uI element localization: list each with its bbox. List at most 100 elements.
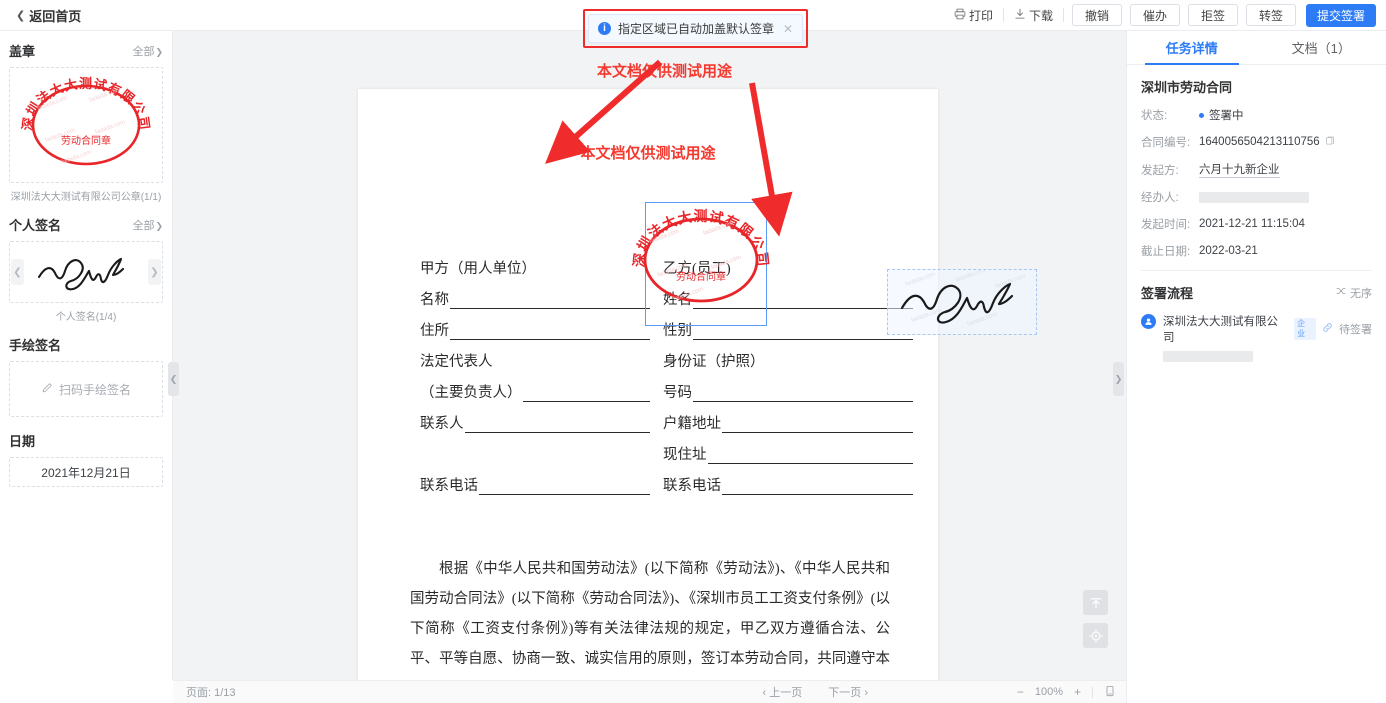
download-button[interactable]: 下载: [1004, 7, 1063, 24]
field-row: 户籍地址: [663, 402, 913, 433]
seal-section-title: 盖章: [9, 44, 36, 59]
viewer-bottom-bar: 页面: 1/13 ‹ 上一页 下一页 › − 100% +: [173, 680, 1126, 703]
user-avatar-icon: [1141, 314, 1156, 329]
prev-page-button[interactable]: ‹ 上一页: [763, 684, 803, 700]
field-label: 身份证（护照）: [663, 354, 765, 370]
esign-app: ❮ 返回首页 打印 下载 撤销 催办 拒签 转签 提交签署 i 指定区域已自动加…: [0, 0, 1386, 703]
company-seal-image: 深圳法大大测试有限公司 劳动合同章 fadada.com fadada.com …: [19, 76, 151, 166]
field-label: 住所: [420, 323, 449, 339]
sign-flow-line: 深圳法大大测试有限公司 企业 待签署: [1163, 313, 1372, 345]
field-row: 甲方（用人单位）: [420, 247, 650, 278]
chevron-right-icon: ❯: [155, 220, 163, 231]
auto-seal-toast: i 指定区域已自动加盖默认签章 ✕: [588, 14, 804, 43]
personal-signature-caption: 个人签名(1/4): [55, 312, 117, 323]
contract-paragraph: 根据《中华人民共和国劳动法》(以下简称《劳动法》)、《中华人民共和国劳动合同法》…: [410, 561, 890, 667]
svg-text:劳动合同章: 劳动合同章: [676, 270, 726, 283]
personal-signature-thumbnail[interactable]: ❮ ❯: [9, 241, 163, 303]
detail-row-deadline: 截止日期: 2022-03-21: [1141, 243, 1372, 259]
page-indicator: 页面: 1/13: [186, 687, 236, 699]
signature-prev-button[interactable]: ❮: [11, 259, 24, 285]
field-label: 户籍地址: [663, 416, 721, 432]
download-icon: [1014, 8, 1026, 23]
chevron-right-icon: ›: [864, 687, 868, 699]
initiator-value[interactable]: 六月十九新企业: [1199, 161, 1280, 178]
close-icon[interactable]: ✕: [783, 22, 793, 36]
chevron-left-icon: ‹: [762, 687, 767, 699]
transfer-sign-button[interactable]: 转签: [1245, 4, 1296, 26]
scan-handdraw-signature-button[interactable]: 扫码手绘签名: [9, 361, 163, 417]
reject-sign-button[interactable]: 拒签: [1187, 4, 1238, 26]
deadline-value: 2022-03-21: [1199, 245, 1258, 257]
seal-view-all-link[interactable]: 全部❯: [132, 43, 163, 59]
zoom-in-button[interactable]: +: [1074, 685, 1081, 699]
sign-flow-order-label: 无序: [1350, 287, 1372, 300]
zoom-divider: [1092, 686, 1093, 698]
svg-text:fadada.com: fadada.com: [711, 255, 743, 271]
svg-text:fadada.com: fadada.com: [95, 120, 127, 136]
field-line: [522, 387, 650, 402]
detail-key: 截止日期:: [1141, 246, 1191, 258]
tab-task-detail[interactable]: 任务详情: [1127, 31, 1257, 65]
detail-row-initiator: 发起方: 六月十九新企业: [1141, 161, 1372, 178]
fit-page-icon[interactable]: [1104, 685, 1116, 700]
submit-sign-button[interactable]: 提交签署: [1305, 3, 1376, 27]
detail-value: 1640056504213110756: [1199, 136, 1335, 149]
seal-section-header: 盖章 全部❯: [9, 41, 163, 60]
field-label: 联系电话: [420, 478, 478, 494]
field-row: 名称: [420, 278, 650, 309]
revoke-button[interactable]: 撤销: [1071, 4, 1122, 26]
right-panel-collapse-handle[interactable]: ❯: [1113, 362, 1124, 396]
urge-button[interactable]: 催办: [1129, 4, 1180, 26]
contract-number: 1640056504213110756: [1199, 136, 1320, 148]
top-actions: 打印 下载 撤销 催办 拒签 转签 提交签署: [944, 0, 1376, 30]
seal-caption: 深圳法大大测试有限公司公章(1/1): [10, 192, 162, 203]
detail-row-operator: 经办人:: [1141, 189, 1372, 205]
signer-redacted-info: [1163, 351, 1253, 362]
zoom-out-button[interactable]: −: [1017, 685, 1024, 699]
field-line: [722, 418, 913, 433]
field-line: [722, 480, 913, 495]
left-panel-collapse-handle[interactable]: ❮: [168, 362, 179, 396]
tab-documents[interactable]: 文档（1）: [1257, 31, 1386, 64]
link-icon[interactable]: [1322, 322, 1333, 336]
signature-view-all-link[interactable]: 全部❯: [132, 217, 163, 233]
handdrawn-section-header: 手绘签名: [9, 335, 163, 354]
party-a-fields: 甲方（用人单位） 名称 住所 法定代表人 （主要负责人） 联系人 联系电话: [420, 247, 650, 495]
field-row: 身份证（护照）: [663, 340, 913, 371]
handwritten-signature-image: [37, 257, 125, 291]
field-row: 现住址: [663, 433, 913, 464]
detail-key: 合同编号:: [1141, 137, 1191, 149]
field-line: [693, 387, 913, 402]
copy-icon[interactable]: [1325, 136, 1335, 149]
scroll-to-top-icon[interactable]: [1083, 590, 1108, 615]
contract-content: 甲方（用人单位） 名称 住所 法定代表人 （主要负责人） 联系人 联系电话 乙方…: [358, 89, 938, 680]
document-page[interactable]: 本文档仅供测试用途 甲方（用人单位） 名称 住所 法定代表人 （主要负责人） 联…: [358, 89, 1037, 680]
zoom-level-label: 100%: [1034, 686, 1063, 698]
signature-next-button[interactable]: ❯: [148, 259, 161, 285]
field-row: 法定代表人: [420, 340, 650, 371]
placed-handwritten-signature-image: fadada.com fadada.com fadada.com fadada.…: [900, 270, 1026, 328]
printer-icon: [954, 8, 966, 23]
locate-target-icon[interactable]: [1083, 623, 1108, 648]
toolbar-divider-2: [1062, 8, 1064, 22]
detail-key: 发起时间:: [1141, 219, 1191, 231]
svg-text:fadada.com: fadada.com: [905, 272, 937, 288]
date-stamp-button[interactable]: 2021年12月21日: [9, 457, 163, 487]
seal-thumbnail[interactable]: 深圳法大大测试有限公司 劳动合同章 fadada.com fadada.com …: [9, 67, 163, 183]
document-viewer[interactable]: 本文档仅供测试用途 甲方（用人单位） 名称 住所 法定代表人 （主要负责人） 联…: [173, 31, 1126, 680]
chevron-right-icon: ❯: [155, 46, 163, 57]
field-row: 联系电话: [420, 464, 650, 495]
field-label: 联系人: [420, 416, 464, 432]
back-home-label: 返回首页: [29, 8, 82, 24]
field-row-spacer: [420, 433, 650, 464]
next-page-button[interactable]: 下一页 ›: [828, 684, 868, 700]
signature-view-all-label: 全部: [132, 219, 155, 232]
sign-flow-order-toggle[interactable]: 无序: [1336, 285, 1372, 301]
placed-signature-field[interactable]: fadada.com fadada.com fadada.com fadada.…: [887, 269, 1037, 335]
field-row: （主要负责人）: [420, 371, 650, 402]
pen-icon: [41, 382, 53, 397]
viewer-float-buttons: [1083, 590, 1108, 648]
print-button[interactable]: 打印: [944, 7, 1003, 24]
field-line: [464, 418, 650, 433]
back-home-button[interactable]: ❮ 返回首页: [16, 6, 81, 25]
